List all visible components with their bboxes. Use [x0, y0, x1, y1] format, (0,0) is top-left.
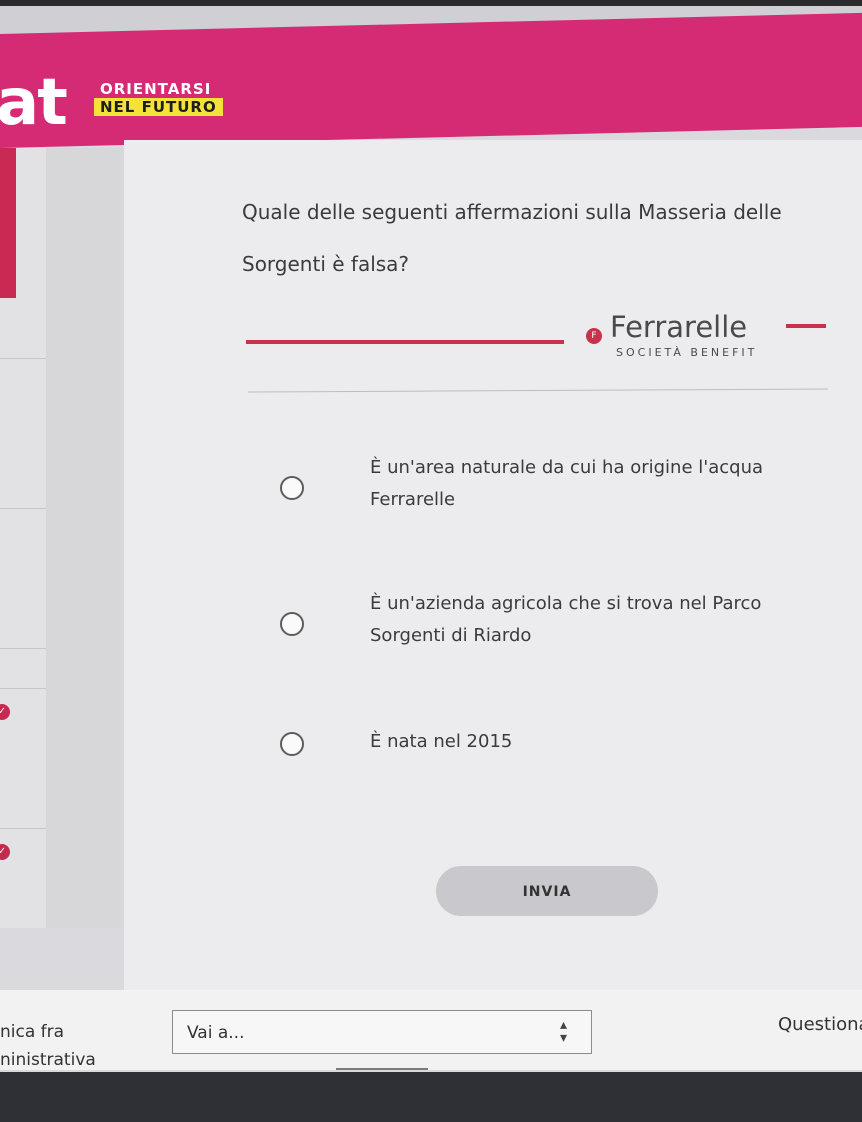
next-activity-link[interactable]: Questiona [778, 1014, 862, 1035]
radio-button[interactable] [280, 732, 304, 756]
orientarsi-badge[interactable]: ORIENTARSI NEL FUTURO [94, 80, 223, 116]
logo-subtitle: SOCIETÀ BENEFIT [616, 346, 758, 359]
ferrarelle-emblem-icon: F [586, 328, 602, 344]
brand-logo-fragment: at [0, 66, 68, 140]
answer-option-label: È un'azienda agricola che si trova nel P… [370, 593, 762, 646]
answer-option-label: È nata nel 2015 [370, 731, 513, 752]
previous-activity-line-1: nica fra [0, 1022, 65, 1042]
jump-to-label: Vai a... [187, 1023, 245, 1043]
ferrarelle-logo: F Ferrarelle SOCIETÀ BENEFIT [246, 310, 846, 370]
top-dark-strip [0, 0, 862, 6]
previous-activity-link[interactable]: nica fra ninistrativa [0, 1018, 96, 1074]
logo-line-right [786, 324, 826, 328]
sidebar-active-accent [0, 148, 16, 298]
sidebar-divider [0, 358, 46, 359]
select-updown-icon: ▴ ▾ [559, 1017, 567, 1046]
logo-line-left [246, 340, 564, 344]
quiz-question: Quale delle seguenti affermazioni sulla … [242, 200, 782, 276]
screen-bottom-bezel [0, 1072, 862, 1122]
radio-button[interactable] [280, 612, 304, 636]
sidebar-divider [0, 508, 46, 509]
course-sidebar [0, 148, 124, 928]
jump-to-select[interactable]: Vai a... ▴ ▾ [172, 1010, 592, 1054]
sidebar-column [46, 148, 124, 928]
submit-button[interactable]: INVIA [436, 866, 658, 916]
radio-button[interactable] [280, 476, 304, 500]
answer-option-label: È un'area naturale da cui ha origine l'a… [370, 457, 764, 510]
logo-name: Ferrarelle [610, 310, 748, 344]
badge-line-2: NEL FUTURO [94, 98, 223, 116]
sidebar-divider [0, 688, 46, 689]
previous-activity-line-2: ninistrativa [0, 1050, 96, 1070]
badge-line-1: ORIENTARSI [100, 80, 212, 98]
sidebar-divider [0, 648, 46, 649]
footer-underline [336, 1068, 428, 1070]
sidebar-divider [0, 828, 46, 829]
